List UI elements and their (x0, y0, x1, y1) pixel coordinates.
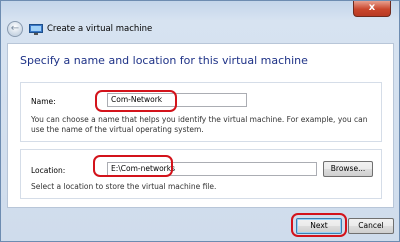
virtual-machine-icon (29, 24, 43, 35)
window-title: Create a virtual machine (47, 24, 153, 34)
close-button[interactable]: x (353, 1, 391, 17)
wizard-content: Specify a name and location for this vir… (7, 43, 394, 208)
wizard-window: x ← Create a virtual machine Specify a n… (0, 0, 400, 242)
name-group: Name: Com-Network You can choose a name … (20, 82, 382, 142)
page-heading: Specify a name and location for this vir… (20, 54, 308, 67)
location-label: Location: (31, 166, 66, 175)
name-input[interactable]: Com-Network (107, 93, 247, 107)
location-help-text: Select a location to store the virtual m… (31, 182, 217, 191)
back-arrow-icon: ← (10, 23, 20, 34)
back-button[interactable]: ← (7, 21, 23, 37)
location-input[interactable]: E:\Com-networks (107, 162, 317, 176)
name-help-text: You can choose a name that helps you ide… (31, 115, 368, 134)
wizard-footer: Next Cancel (1, 211, 399, 241)
name-label: Name: (31, 97, 56, 106)
close-icon: x (368, 2, 376, 13)
location-group: Location: E:\Com-networks Browse... Sele… (20, 149, 382, 199)
next-button[interactable]: Next (296, 218, 342, 234)
browse-button[interactable]: Browse... (323, 161, 373, 177)
cancel-button[interactable]: Cancel (348, 218, 394, 234)
